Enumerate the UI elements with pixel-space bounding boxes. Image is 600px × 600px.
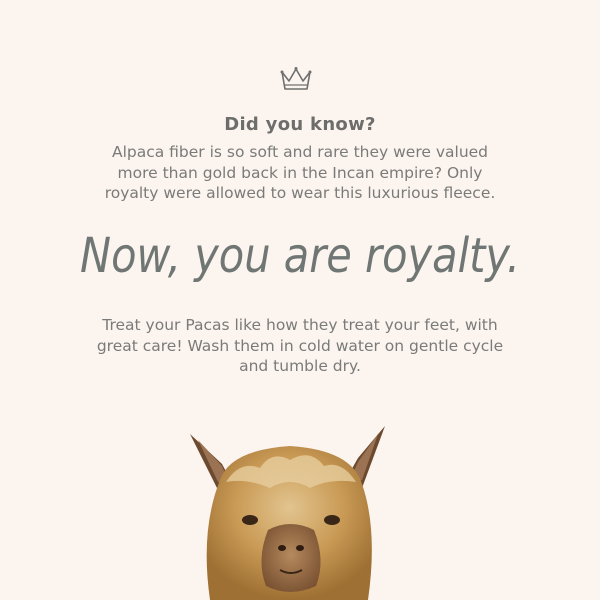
alpaca-image (190, 426, 385, 600)
headline-text: Now, you are royalty. (80, 228, 520, 284)
eyebrow-title: Did you know? (224, 114, 376, 135)
care-paragraph: Treat your Pacas like how they treat you… (96, 316, 504, 375)
crown-icon (280, 67, 312, 90)
fact-paragraph: Alpaca fiber is so soft and rare they we… (104, 143, 496, 202)
promo-card: Did you know? Alpaca fiber is so soft an… (0, 0, 600, 600)
headline: Now, you are royalty. (0, 222, 600, 302)
